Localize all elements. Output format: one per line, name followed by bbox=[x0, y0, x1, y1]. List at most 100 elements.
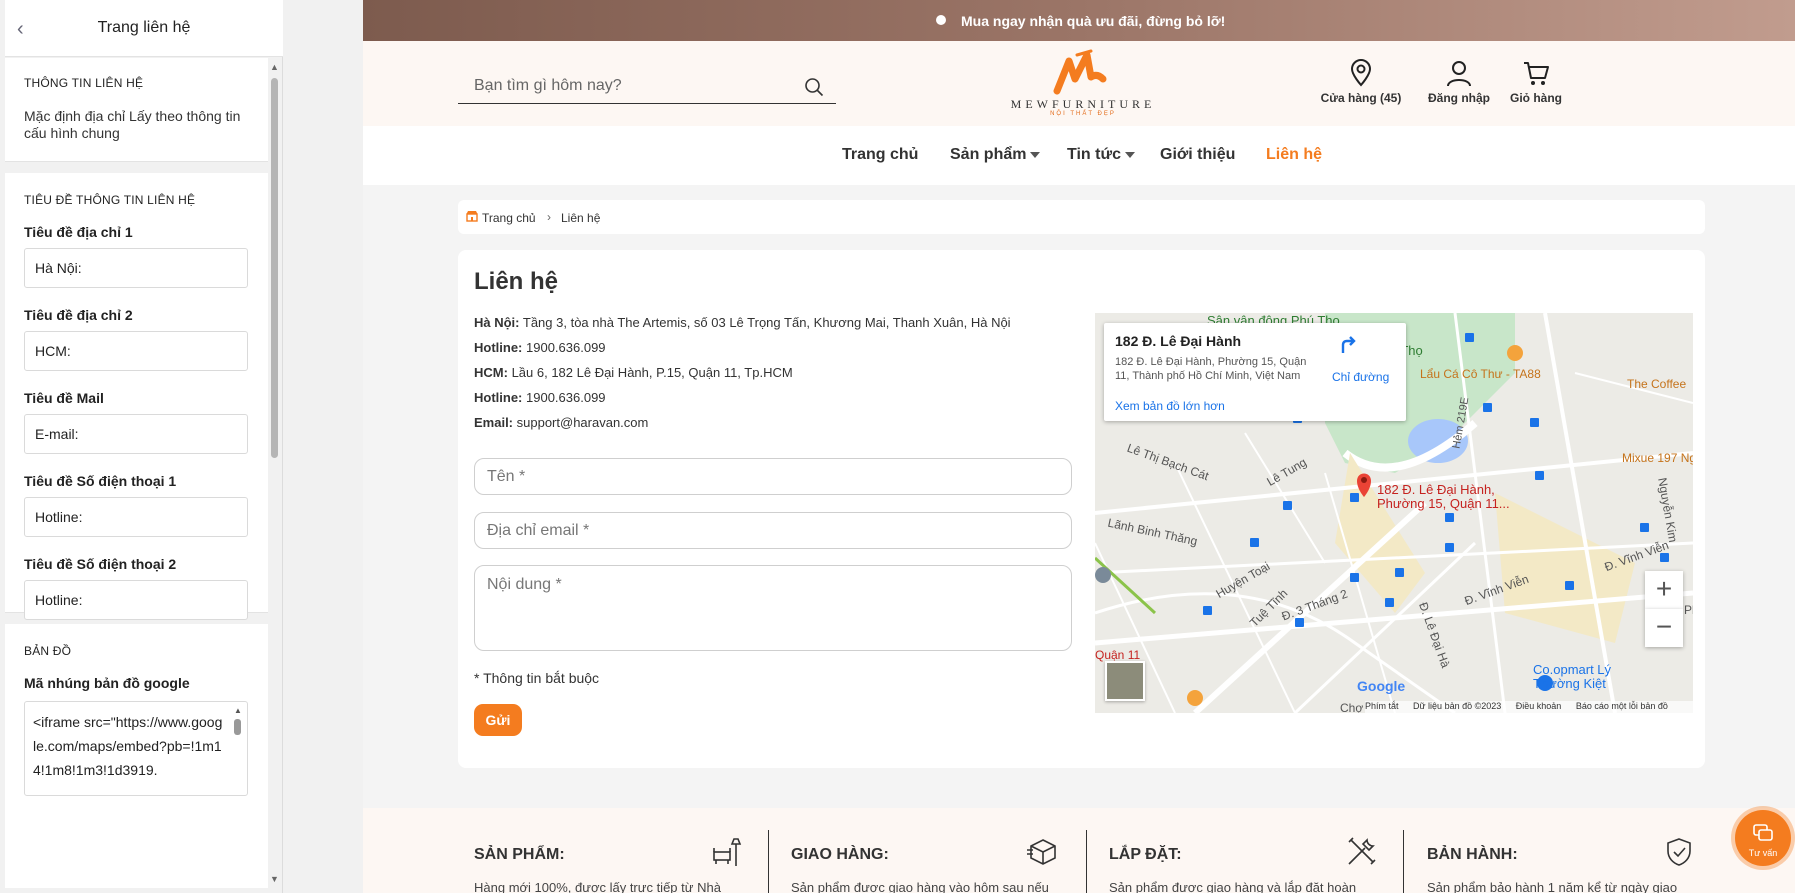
field-input[interactable] bbox=[24, 248, 248, 288]
policy-desc: Sản phẩm được giao hàng vào hôm sau nếu bbox=[791, 880, 1049, 893]
info-label: Hà Nội: bbox=[474, 315, 520, 330]
scrollbar-thumb[interactable] bbox=[271, 78, 278, 458]
title-field: Tiêu đề Mail bbox=[24, 390, 249, 454]
directions-link[interactable]: Chỉ đường bbox=[1332, 370, 1389, 384]
map-label-coffee: The Coffee bbox=[1627, 377, 1687, 391]
breadcrumb-current: Liên hệ bbox=[561, 211, 601, 225]
chat-consult-button[interactable]: Tư vấn bbox=[1735, 810, 1791, 866]
sidebar-title: Trang liên hệ bbox=[97, 19, 191, 36]
satellite-toggle[interactable] bbox=[1105, 661, 1145, 701]
cart-link[interactable]: Giỏ hàng bbox=[1504, 59, 1568, 105]
search-bar bbox=[458, 69, 836, 104]
logo-brand: MEWFURNITURE bbox=[1010, 97, 1156, 111]
sidebar-scrollbar[interactable]: ▲ ▼ bbox=[270, 62, 279, 884]
nav-label: Giới thiệu bbox=[1160, 146, 1236, 163]
sidebar-gutter bbox=[283, 0, 363, 893]
login-label: Đăng nhập bbox=[1428, 91, 1490, 105]
logo-m-icon bbox=[1053, 49, 1107, 95]
search-icon[interactable] bbox=[804, 77, 824, 97]
zoom-out-icon[interactable]: − bbox=[1645, 609, 1683, 647]
info-label: Hotline: bbox=[474, 340, 523, 355]
announcement-text: Mua ngay nhận quà ưu đãi, đừng bỏ lỡ! bbox=[961, 13, 1226, 29]
policy-desc: Sản phẩm được giao hàng và lắp đặt hoàn bbox=[1109, 880, 1357, 893]
textarea-scrollbar[interactable]: ▲ bbox=[234, 707, 242, 791]
nav-products[interactable]: Sản phẩm bbox=[950, 146, 1041, 164]
map-footer: Phím tắt Dữ liệu bản đồ ©2023 Điều khoản… bbox=[1365, 701, 1693, 713]
tools-icon bbox=[1348, 837, 1376, 865]
field-input[interactable] bbox=[24, 414, 248, 454]
submit-button[interactable]: Gửi bbox=[474, 704, 522, 736]
email-input[interactable] bbox=[474, 512, 1072, 549]
google-map[interactable]: Sân vận động Phú Thọ u Phú Thọ Lẩu Cá Cô… bbox=[1095, 313, 1693, 713]
policy-divider bbox=[1403, 830, 1404, 893]
bullet-icon bbox=[936, 15, 946, 25]
section-heading: THÔNG TIN LIÊN HỆ bbox=[24, 76, 144, 90]
nav-contact[interactable]: Liên hệ bbox=[1266, 146, 1322, 164]
field-label: Tiêu đề Mail bbox=[24, 390, 104, 406]
info-value: 1900.636.099 bbox=[526, 340, 606, 355]
login-link[interactable]: Đăng nhập bbox=[1424, 59, 1494, 105]
nav-about[interactable]: Giới thiệu bbox=[1160, 146, 1235, 164]
field-input[interactable] bbox=[24, 497, 248, 537]
policy-strip: SẢN PHẨM: Hàng mới 100%, được lấy trực t… bbox=[363, 808, 1795, 893]
scroll-up-arrow-icon[interactable]: ▲ bbox=[270, 62, 279, 72]
map-data: Dữ liệu bản đồ ©2023 bbox=[1413, 701, 1502, 711]
contact-info-section: THÔNG TIN LIÊN HỆ Mặc định địa chỉ Lấy t… bbox=[5, 58, 268, 162]
place-name: 182 Đ. Lê Đại Hành bbox=[1115, 333, 1242, 349]
storefront-preview: Mua ngay nhận quà ưu đãi, đừng bỏ lỡ! ME… bbox=[363, 0, 1795, 893]
map-shortcuts[interactable]: Phím tắt bbox=[1365, 701, 1399, 711]
map-section: BẢN ĐỒ Mã nhúng bản đồ google ▲ bbox=[5, 624, 268, 888]
announcement-bar: Mua ngay nhận quà ưu đãi, đừng bỏ lỡ! bbox=[363, 0, 1795, 41]
logo-tagline: NỘI THẤT ĐẸP bbox=[1050, 111, 1116, 117]
map-label-cho: Chợ bbox=[1340, 701, 1364, 713]
nav-label: Trang chủ bbox=[842, 146, 919, 163]
sidebar-scroll-area[interactable]: THÔNG TIN LIÊN HỆ Mặc định địa chỉ Lấy t… bbox=[5, 58, 268, 888]
nav-news[interactable]: Tin tức bbox=[1067, 146, 1135, 164]
field-input[interactable] bbox=[24, 331, 248, 371]
scroll-down-arrow-icon[interactable]: ▼ bbox=[270, 874, 279, 884]
nav-home[interactable]: Trang chủ bbox=[842, 146, 918, 164]
contact-titles-section: TIÊU ĐỀ THÔNG TIN LIÊN HỆ Tiêu đề địa ch… bbox=[5, 173, 268, 620]
map-report[interactable]: Báo cáo một lỗi bản đồ bbox=[1576, 701, 1668, 711]
info-value: 1900.636.099 bbox=[526, 390, 606, 405]
page-title: Liên hệ bbox=[474, 268, 559, 295]
policy-divider bbox=[1086, 830, 1087, 893]
hotline-2: Hotline: 1900.636.099 bbox=[474, 390, 606, 405]
chair-lamp-icon bbox=[713, 838, 742, 866]
policy-desc: Sản phẩm bảo hành 1 năm kể từ ngày giao bbox=[1427, 880, 1678, 893]
chat-label: Tư vấn bbox=[1748, 848, 1778, 858]
store-icon bbox=[466, 211, 478, 222]
required-note: * Thông tin bắt buộc bbox=[474, 670, 600, 686]
google-logo: Google bbox=[1357, 678, 1406, 694]
caret-down-icon bbox=[1030, 151, 1041, 158]
hcm-address: HCM: Lầu 6, 182 Lê Đại Hành, P.15, Quận … bbox=[474, 365, 793, 380]
title-field: Tiêu đề địa chỉ 1 bbox=[24, 224, 249, 288]
map-terms[interactable]: Điều khoản bbox=[1516, 701, 1562, 711]
site-header: MEWFURNITURE NỘI THẤT ĐẸP Cửa hàng (45) … bbox=[363, 41, 1795, 126]
info-label: HCM: bbox=[474, 365, 508, 380]
site-logo[interactable]: MEWFURNITURE NỘI THẤT ĐẸP bbox=[993, 49, 1173, 119]
map-embed-textarea[interactable] bbox=[24, 701, 248, 796]
map-pin-label[interactable]: 182 Đ. Lê Đại Hành, Phường 15, Quận 11..… bbox=[1377, 483, 1517, 511]
shield-check-icon bbox=[1667, 838, 1691, 866]
map-label-quan-11: Quận 11 bbox=[1095, 648, 1141, 662]
hotline-1: Hotline: 1900.636.099 bbox=[474, 340, 606, 355]
sidebar-header: ‹ Trang liên hệ bbox=[5, 0, 283, 57]
search-input[interactable] bbox=[458, 69, 788, 103]
zoom-in-icon[interactable]: + bbox=[1645, 571, 1683, 609]
map-pin-icon bbox=[1350, 59, 1372, 87]
nav-label: Sản phẩm bbox=[950, 146, 1027, 163]
email-line: Email: support@haravan.com bbox=[474, 415, 648, 430]
policy-divider bbox=[768, 830, 769, 893]
contact-card: Liên hệ Hà Nội: Tầng 3, tòa nhà The Arte… bbox=[458, 250, 1705, 768]
stores-link[interactable]: Cửa hàng (45) bbox=[1320, 59, 1402, 105]
breadcrumb-home[interactable]: Trang chủ bbox=[482, 211, 536, 225]
directions-icon[interactable] bbox=[1339, 335, 1359, 355]
policy-title: SẢN PHẨM: bbox=[474, 846, 565, 863]
caret-down-icon bbox=[1124, 151, 1135, 158]
name-input[interactable] bbox=[474, 458, 1072, 495]
view-larger-map-link[interactable]: Xem bản đồ lớn hơn bbox=[1115, 399, 1225, 413]
nav-label: Liên hệ bbox=[1266, 146, 1323, 163]
message-textarea[interactable] bbox=[474, 565, 1072, 651]
field-input[interactable] bbox=[24, 580, 248, 620]
